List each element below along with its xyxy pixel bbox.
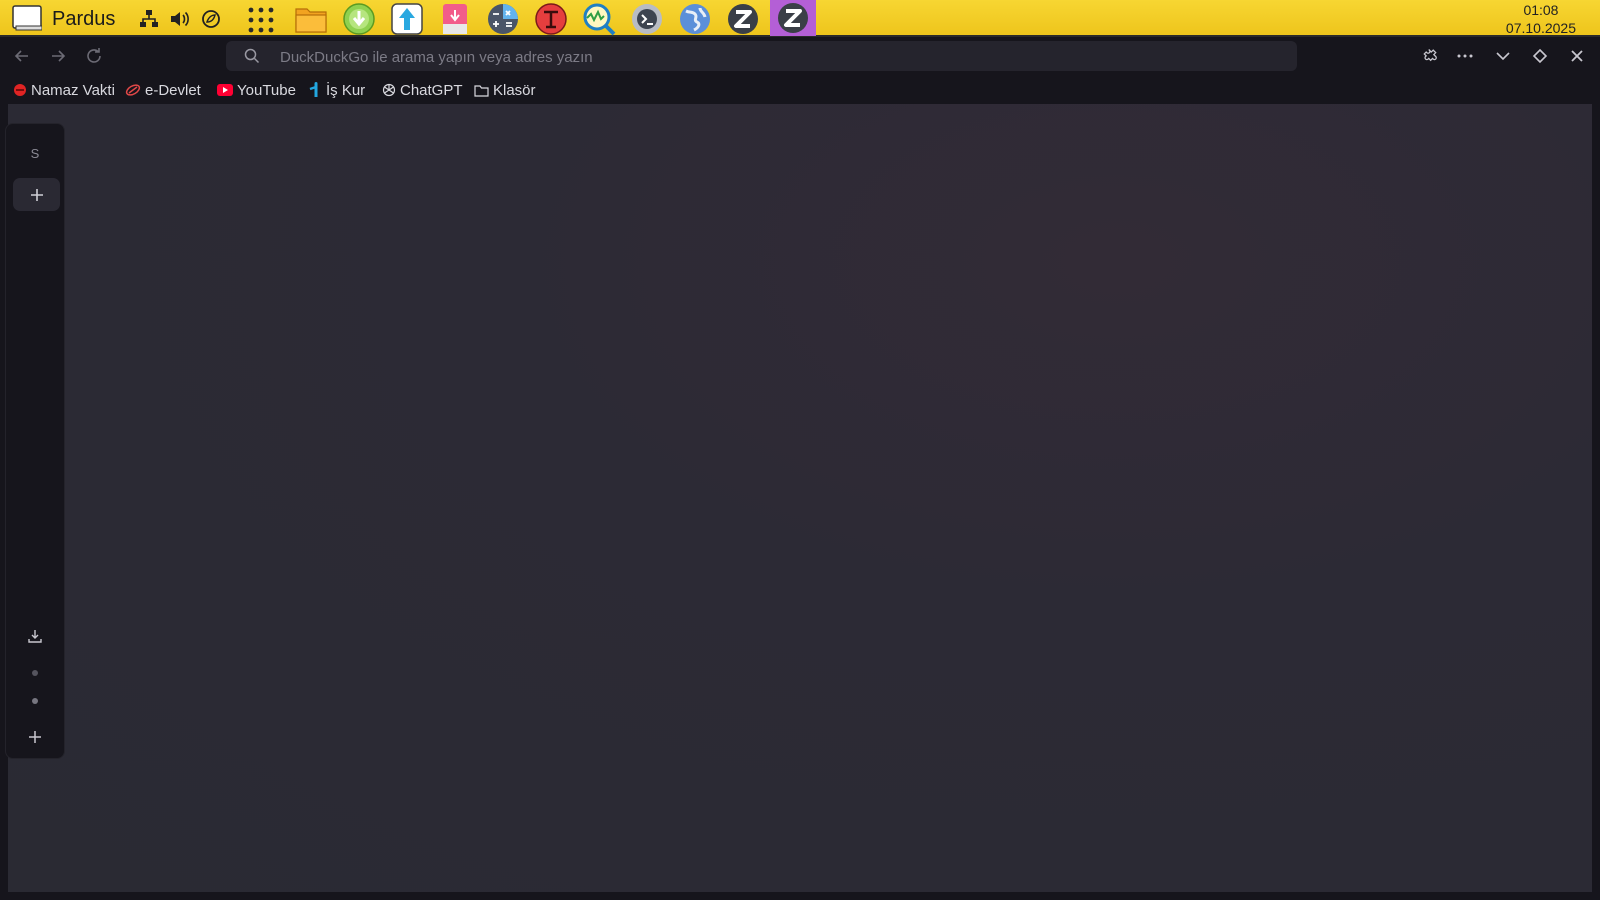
page-content[interactable] <box>8 104 1592 892</box>
power-saver-icon[interactable] <box>200 8 222 30</box>
extensions-icon[interactable] <box>1420 46 1440 66</box>
system-monitor-icon[interactable] <box>582 2 616 36</box>
search-icon <box>244 48 260 64</box>
minimize-button[interactable] <box>1493 46 1513 66</box>
file-manager-icon[interactable] <box>294 2 328 36</box>
back-button[interactable] <box>11 45 33 67</box>
workspace-dot-icon[interactable] <box>25 691 45 711</box>
bookmark-label: Namaz Vakti <box>31 81 115 99</box>
url-bar[interactable] <box>226 41 1297 73</box>
bookmark-e-devlet[interactable]: e-Devlet <box>125 81 201 99</box>
close-button[interactable] <box>1567 46 1587 66</box>
more-options-icon[interactable] <box>1455 46 1475 66</box>
font-manager-icon[interactable] <box>534 2 568 36</box>
calculator-icon[interactable] <box>486 2 520 36</box>
zen-browser-icon[interactable] <box>726 2 760 36</box>
volume-icon[interactable] <box>168 8 190 30</box>
bookmark-label: ChatGPT <box>400 81 463 99</box>
terminal-icon[interactable] <box>630 2 664 36</box>
red-dot-icon <box>14 84 26 96</box>
folder-icon <box>474 84 489 97</box>
add-workspace-button[interactable] <box>25 727 45 747</box>
bookmark-youtube[interactable]: YouTube <box>217 81 296 99</box>
clock[interactable]: 01:08 07.10.2025 <box>1506 1 1576 37</box>
plus-icon <box>30 188 43 201</box>
bookmark-namaz-vakti[interactable]: Namaz Vakti <box>13 81 115 99</box>
start-menu-icon[interactable] <box>12 4 43 32</box>
bookmarks-bar: Namaz Vakti e-Devlet YouTube İş Kur Chat… <box>0 76 1600 104</box>
youtube-icon <box>217 84 233 96</box>
maximize-button[interactable] <box>1530 46 1550 66</box>
new-tab-button[interactable] <box>13 178 60 211</box>
bookmark-label: İş Kur <box>326 81 366 99</box>
reload-button[interactable] <box>83 45 105 67</box>
bookmark-klasor[interactable]: Klasör <box>474 81 536 99</box>
workspace-dot-icon[interactable] <box>25 663 45 683</box>
bookmark-label: YouTube <box>237 81 296 99</box>
download-manager-icon[interactable] <box>342 2 376 36</box>
screenshot-tool-icon[interactable] <box>438 2 472 36</box>
bookmark-label: Klasör <box>493 81 536 99</box>
start-menu-label[interactable]: Pardus <box>52 8 115 31</box>
url-input[interactable] <box>278 41 1262 73</box>
web-browser-icon[interactable] <box>678 2 712 36</box>
clock-date: 07.10.2025 <box>1505 20 1576 36</box>
bookmark-label: e-Devlet <box>145 81 201 99</box>
browser-toolbar <box>0 37 1600 75</box>
sidebar: S <box>5 123 65 759</box>
taskbar: Pardus 01:08 07.10.2025 <box>0 0 1600 37</box>
workspace-label[interactable]: S <box>6 146 64 161</box>
chatgpt-icon <box>382 83 396 97</box>
bookmark-is-kur[interactable]: İş Kur <box>308 81 365 99</box>
forward-button[interactable] <box>47 45 69 67</box>
clock-time: 01:08 <box>1523 2 1559 18</box>
zen-browser-active-icon[interactable] <box>770 0 816 36</box>
network-icon[interactable] <box>138 8 160 30</box>
app-grid-icon[interactable] <box>244 2 278 36</box>
iskur-icon <box>309 82 318 97</box>
upload-icon[interactable] <box>390 2 424 36</box>
bookmark-chatgpt[interactable]: ChatGPT <box>382 81 463 99</box>
edevlet-icon <box>125 84 141 96</box>
downloads-icon[interactable] <box>25 626 45 646</box>
